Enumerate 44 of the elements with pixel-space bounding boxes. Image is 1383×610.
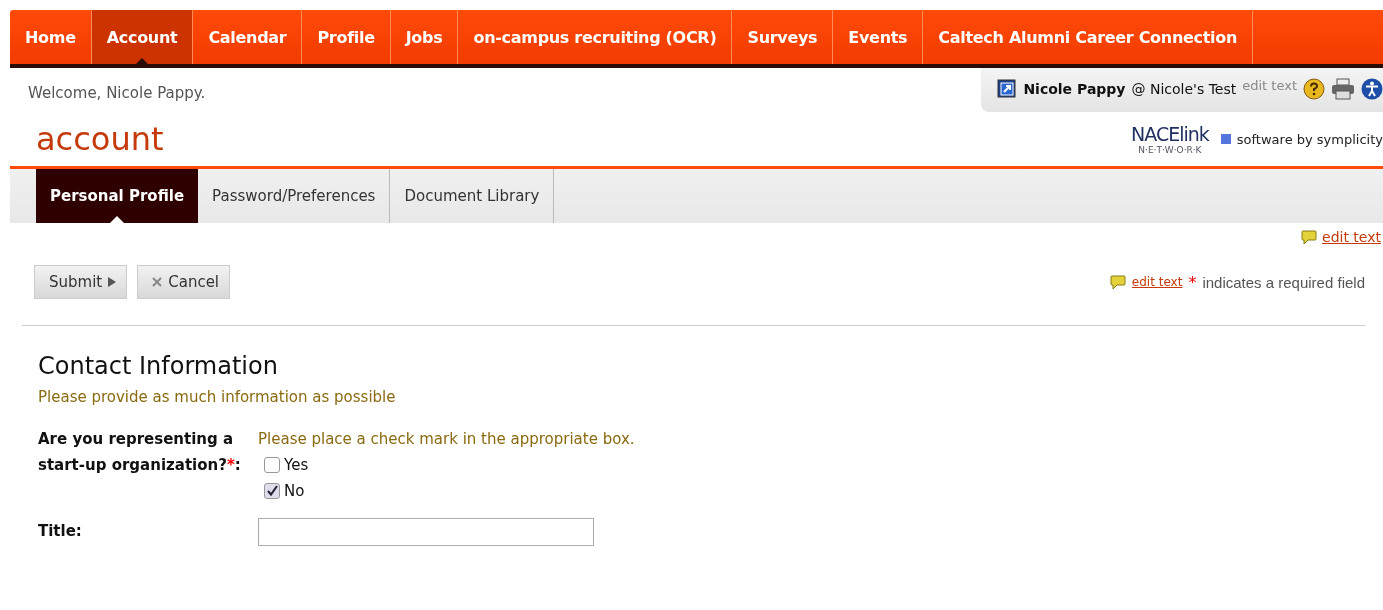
edit-text-link[interactable]: edit text: [1322, 229, 1381, 245]
nace-link-logo: NACElink N·E·T·W·O·R·K: [1131, 123, 1209, 155]
nav-tab[interactable]: Calendar: [193, 10, 303, 64]
required-legend: indicates a required field: [1202, 273, 1365, 291]
section-title: Contact Information: [38, 352, 279, 380]
field-instruction: Please place a check mark in the appropriate box.: [258, 429, 635, 450]
accessibility-icon[interactable]: [1361, 78, 1383, 100]
nav-tab[interactable]: Events: [833, 10, 924, 64]
option-label: No: [284, 482, 305, 500]
square-icon: [1220, 134, 1231, 144]
external-link-icon[interactable]: [997, 79, 1018, 99]
option-label: Yes: [284, 456, 309, 474]
vendor-text: software by symplicity: [1236, 131, 1383, 147]
nav-tab[interactable]: Account: [91, 10, 194, 64]
section-hint: Please provide as much information as possible: [38, 388, 397, 406]
tab[interactable]: Personal Profile: [36, 169, 199, 223]
checkbox[interactable]: [264, 483, 280, 499]
close-icon: [152, 277, 163, 287]
print-icon[interactable]: [1331, 78, 1355, 100]
site-name: @ Nicole's Test: [1131, 81, 1237, 97]
comment-icon: [1109, 274, 1126, 290]
nav-tab[interactable]: on-campus recruiting (OCR): [458, 10, 733, 64]
user-name[interactable]: Nicole Pappy: [1023, 81, 1126, 97]
cancel-button[interactable]: Cancel: [137, 265, 231, 299]
nav-tab[interactable]: Caltech Alumni Career Connection: [923, 10, 1254, 64]
tab[interactable]: Document Library: [390, 169, 555, 223]
required-mark: *: [1188, 272, 1197, 292]
submit-button[interactable]: Submit: [34, 265, 128, 299]
nav-tab[interactable]: Home: [10, 10, 92, 64]
page-title: account: [36, 120, 164, 158]
help-icon[interactable]: [1303, 78, 1325, 100]
field-label: Are you representing a start-up organization?*:: [38, 429, 242, 476]
nav-tab[interactable]: Profile: [302, 10, 391, 64]
tab[interactable]: Password/Preferences: [198, 169, 391, 223]
nav-tab[interactable]: Surveys: [732, 10, 834, 64]
welcome-text: Welcome, Nicole Pappy.: [28, 84, 206, 102]
edit-text-link[interactable]: edit text: [1131, 275, 1183, 289]
edit-text-link[interactable]: edit text: [1242, 78, 1297, 93]
checkbox[interactable]: [264, 457, 280, 473]
nav-tab[interactable]: Jobs: [390, 10, 459, 64]
title-input[interactable]: [258, 518, 594, 546]
field-label: Title:: [38, 521, 83, 542]
play-arrow-icon: [108, 277, 117, 287]
comment-icon: [1301, 229, 1318, 245]
